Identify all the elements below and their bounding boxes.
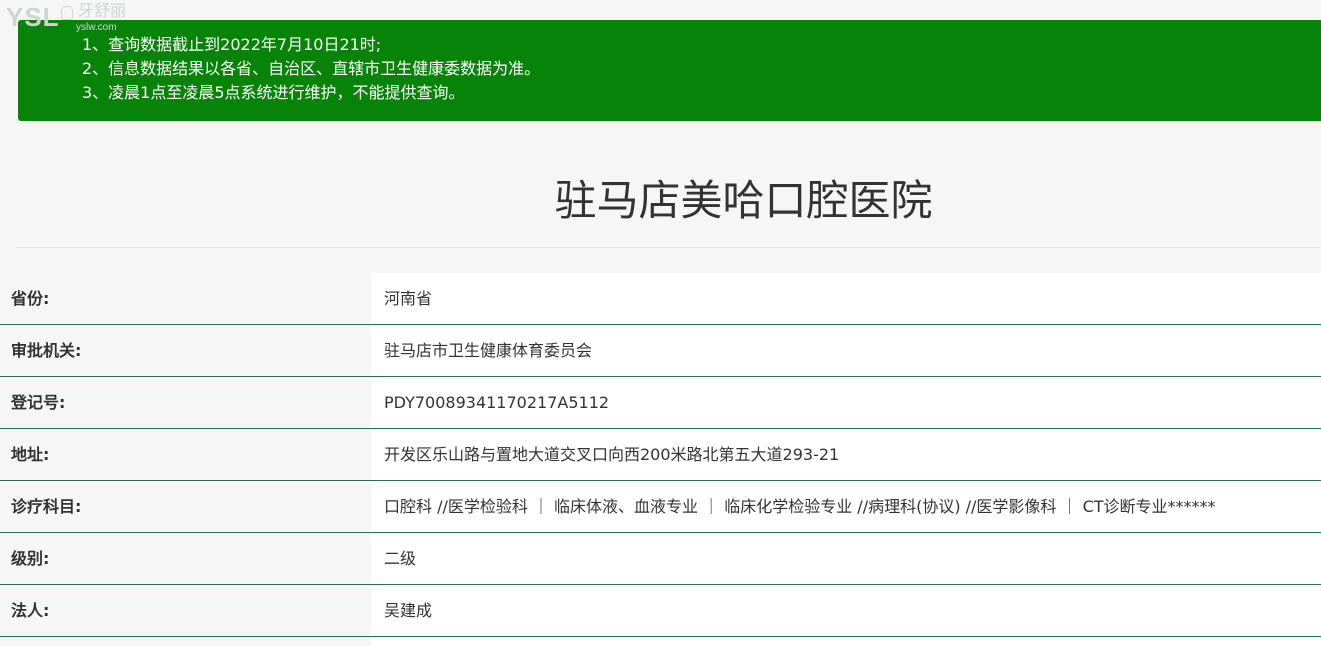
page: YSL 牙舒丽 yslw.com 1、查询数据截止到2022年7月10日21时;… xyxy=(0,0,1321,646)
info-row-province: 省份: 河南省 xyxy=(0,273,1321,325)
watermark-chinese-name: 牙舒丽 xyxy=(78,1,127,20)
info-value: 开发区乐山路与置地大道交叉口向西200米路北第五大道293-21 xyxy=(371,429,1321,480)
info-value xyxy=(371,637,1321,646)
info-row-level: 级别: 二级 xyxy=(0,533,1321,585)
info-label: 省份: xyxy=(0,273,371,324)
notice-banner: 1、查询数据截止到2022年7月10日21时; 2、信息数据结果以各省、自治区、… xyxy=(18,20,1321,121)
info-label: 诊疗科目: xyxy=(0,481,371,532)
info-value: 二级 xyxy=(371,533,1321,584)
info-row-address: 地址: 开发区乐山路与置地大道交叉口向西200米路北第五大道293-21 xyxy=(0,429,1321,481)
title-divider xyxy=(15,247,1321,248)
info-label: 审批机关: xyxy=(0,325,371,376)
hospital-info-table: 省份: 河南省 审批机关: 驻马店市卫生健康体育委员会 登记号: PDY7008… xyxy=(0,273,1321,646)
info-row-approval-authority: 审批机关: 驻马店市卫生健康体育委员会 xyxy=(0,325,1321,377)
info-value: PDY70089341170217A5112 xyxy=(371,377,1321,428)
info-value: 口腔科 //医学检验科 ｜ 临床体液、血液专业 ｜ 临床化学检验专业 //病理科… xyxy=(371,481,1321,532)
info-label: 级别: xyxy=(0,533,371,584)
notice-line-3: 3、凌晨1点至凌晨5点系统进行维护，不能提供查询。 xyxy=(82,83,465,102)
info-row-legal-representative: 法人: 吴建成 xyxy=(0,585,1321,637)
info-label: 地址: xyxy=(0,429,371,480)
info-row-departments: 诊疗科目: 口腔科 //医学检验科 ｜ 临床体液、血液专业 ｜ 临床化学检验专业… xyxy=(0,481,1321,533)
site-watermark-logo: YSL 牙舒丽 yslw.com xyxy=(6,0,136,38)
watermark-url: yslw.com xyxy=(76,22,117,33)
info-row-next-partial xyxy=(0,637,1321,646)
notice-line-2: 2、信息数据结果以各省、自治区、直辖市卫生健康委数据为准。 xyxy=(82,59,541,78)
info-row-registration-number: 登记号: PDY70089341170217A5112 xyxy=(0,377,1321,429)
info-label: 法人: xyxy=(0,585,371,636)
info-value: 吴建成 xyxy=(371,585,1321,636)
info-label xyxy=(0,637,371,646)
notice-line-1: 1、查询数据截止到2022年7月10日21时; xyxy=(82,35,382,54)
info-value: 河南省 xyxy=(371,273,1321,324)
tooth-icon xyxy=(61,6,73,20)
hospital-name-title: 驻马店美哈口腔医院 xyxy=(554,176,933,225)
info-value: 驻马店市卫生健康体育委员会 xyxy=(371,325,1321,376)
info-label: 登记号: xyxy=(0,377,371,428)
watermark-brand: YSL xyxy=(6,2,60,32)
